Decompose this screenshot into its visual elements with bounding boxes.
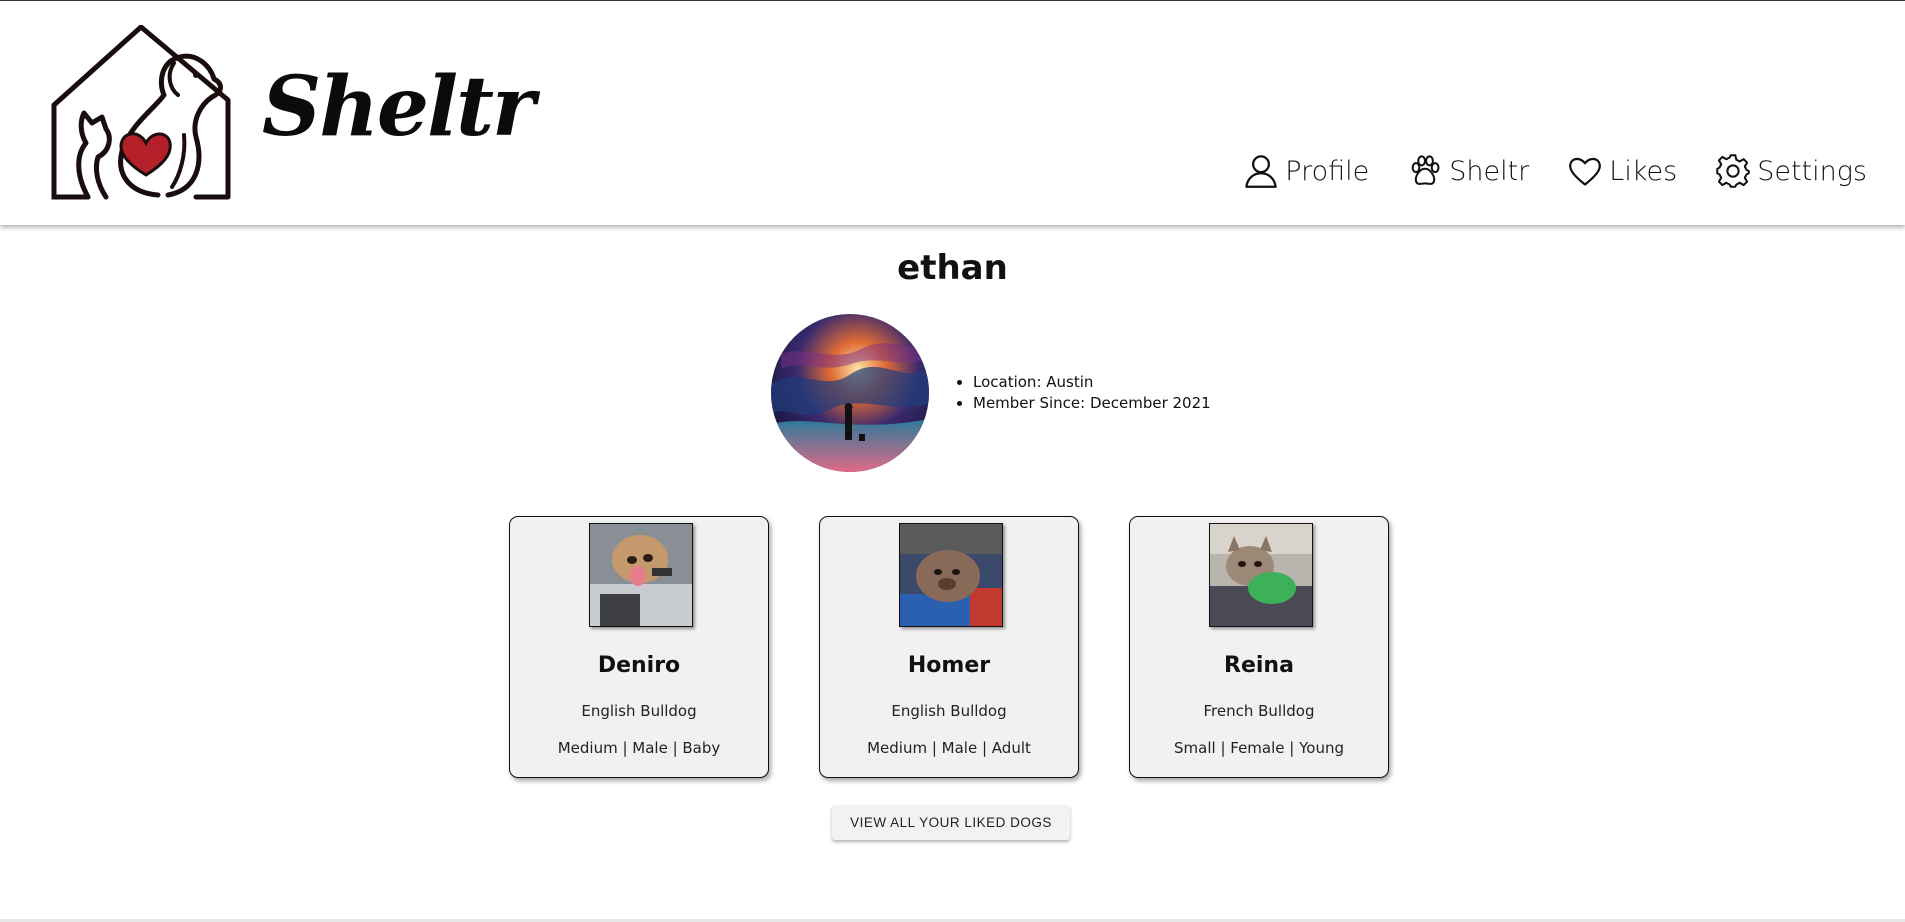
dog-breed: English Bulldog (891, 702, 1007, 720)
profile-member-since: Member Since: December 2021 (973, 393, 1211, 414)
profile-location: Location: Austin (973, 372, 1211, 393)
main-nav: Profile Sheltr Likes Settings (1243, 153, 1867, 189)
gear-icon (1716, 154, 1750, 188)
dog-card[interactable]: Deniro English Bulldog Medium | Male | B… (509, 516, 769, 778)
view-all-liked-dogs-button[interactable]: VIEW ALL YOUR LIKED DOGS (832, 805, 1070, 840)
nav-label-settings: Settings (1757, 155, 1867, 187)
nav-label-likes: Likes (1609, 155, 1678, 187)
dog-photo (589, 523, 693, 627)
dog-photo-deniro (590, 524, 692, 626)
dog-breed: French Bulldog (1203, 702, 1315, 720)
nav-item-sheltr[interactable]: Sheltr (1407, 153, 1529, 189)
nav-item-profile[interactable]: Profile (1243, 153, 1369, 189)
nav-label-profile: Profile (1285, 155, 1370, 187)
nav-label-sheltr: Sheltr (1449, 155, 1530, 187)
user-icon (1245, 155, 1278, 188)
sheltr-logo-icon[interactable] (46, 25, 246, 205)
nav-item-likes[interactable]: Likes (1567, 153, 1677, 189)
page: Sheltr Profile Sheltr Likes Settings eth… (0, 0, 1905, 922)
profile-summary: Location: Austin Member Since: December … (771, 314, 1211, 472)
dog-details: Small | Female | Young (1174, 739, 1344, 757)
paw-icon (1411, 155, 1440, 185)
heart-icon (1569, 157, 1602, 186)
liked-dogs-list: Deniro English Bulldog Medium | Male | B… (509, 516, 1389, 778)
dog-photo (899, 523, 1003, 627)
profile-info-list: Location: Austin Member Since: December … (953, 372, 1211, 414)
nav-item-settings[interactable]: Settings (1715, 153, 1867, 189)
top-header: Sheltr Profile Sheltr Likes Settings (0, 0, 1905, 225)
dog-breed: English Bulldog (581, 702, 697, 720)
avatar (771, 314, 929, 472)
dog-photo (1209, 523, 1313, 627)
dog-details: Medium | Male | Adult (867, 739, 1031, 757)
dog-name: Deniro (597, 653, 681, 678)
dog-name: Homer (907, 653, 991, 678)
profile-username: ethan (897, 248, 1008, 288)
dog-card[interactable]: Homer English Bulldog Medium | Male | Ad… (819, 516, 1079, 778)
dog-details: Medium | Male | Baby (557, 739, 721, 757)
dog-name: Reina (1224, 653, 1294, 678)
avatar-image (771, 314, 929, 472)
dog-photo-reina (1210, 524, 1312, 626)
brand-title[interactable]: Sheltr (262, 59, 535, 155)
dog-photo-homer (900, 524, 1002, 626)
dog-card[interactable]: Reina French Bulldog Small | Female | Yo… (1129, 516, 1389, 778)
